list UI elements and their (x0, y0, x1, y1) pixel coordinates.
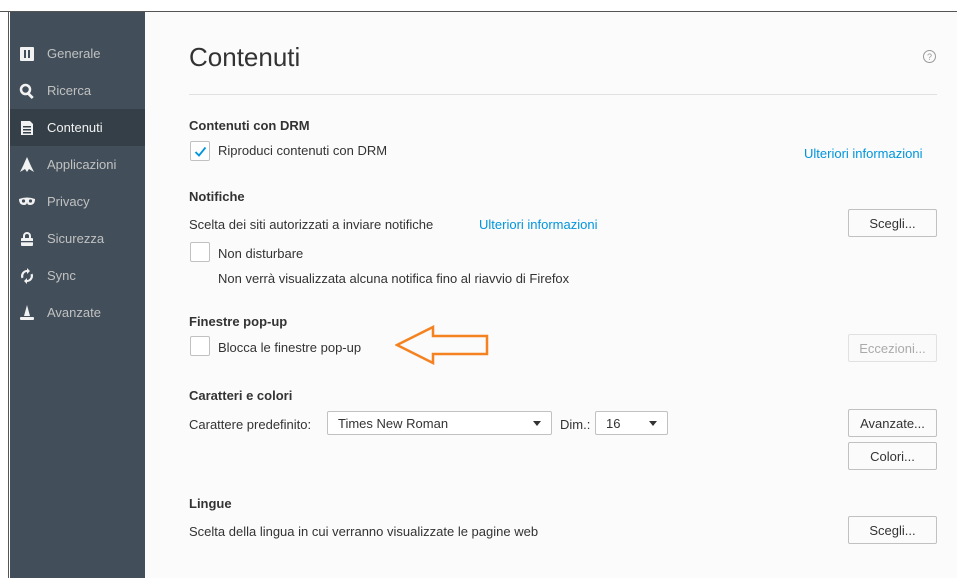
drm-checkbox-label[interactable]: Riproduci contenuti con DRM (218, 143, 387, 158)
sidebar-item-label: Ricerca (47, 83, 92, 98)
drm-checkbox[interactable] (190, 141, 210, 161)
privacy-mask-icon (18, 193, 36, 211)
fonts-heading: Caratteri e colori (189, 388, 293, 403)
sidebar-item-label: Contenuti (47, 120, 103, 135)
help-icon[interactable]: ? (923, 50, 936, 63)
content-pane: Contenuti ? Contenuti con DRM Riproduci … (145, 12, 957, 578)
sidebar-edge (8, 12, 9, 578)
default-font-select[interactable]: Times New Roman (327, 411, 552, 435)
font-size-value: 16 (606, 415, 621, 431)
popups-heading: Finestre pop-up (189, 314, 288, 329)
block-popups-checkbox[interactable] (190, 336, 210, 356)
sidebar-item-ricerca[interactable]: Ricerca (10, 72, 145, 109)
block-popups-label[interactable]: Blocca le finestre pop-up (218, 340, 361, 355)
sidebar-item-generale[interactable]: Generale (10, 35, 145, 72)
popup-exceptions-button[interactable]: Eccezioni... (848, 334, 937, 362)
sidebar-item-contenuti[interactable]: Contenuti (10, 109, 145, 146)
notifications-more-info-link[interactable]: Ulteriori informazioni (479, 217, 597, 232)
languages-choose-button[interactable]: Scegli... (848, 516, 937, 544)
languages-heading: Lingue (189, 496, 232, 511)
orange-arrow-annotation (395, 325, 489, 365)
applications-icon (18, 156, 36, 174)
sidebar-item-sicurezza[interactable]: Sicurezza (10, 220, 145, 257)
security-lock-icon (18, 230, 36, 248)
drm-heading: Contenuti con DRM (189, 118, 310, 133)
fonts-advanced-button[interactable]: Avanzate... (848, 409, 937, 437)
sidebar-item-label: Applicazioni (47, 157, 117, 172)
sidebar-item-sync[interactable]: Sync (10, 257, 145, 294)
preferences-window: Generale Ricerca Contenuti Applicazioni (0, 0, 957, 578)
chevron-down-icon (649, 420, 657, 426)
general-icon (18, 45, 36, 63)
sidebar-item-label: Generale (47, 46, 101, 61)
do-not-disturb-label[interactable]: Non disturbare (218, 246, 303, 261)
title-divider (189, 94, 937, 95)
sidebar-item-privacy[interactable]: Privacy (10, 183, 145, 220)
sidebar-item-avanzate[interactable]: Avanzate (10, 294, 145, 331)
languages-description: Scelta della lingua in cui verranno visu… (189, 524, 539, 539)
window-top-border (0, 0, 957, 12)
font-size-select[interactable]: 16 (595, 411, 668, 435)
sidebar-item-applicazioni[interactable]: Applicazioni (10, 146, 145, 183)
sidebar-item-label: Sicurezza (47, 231, 105, 246)
default-font-value: Times New Roman (338, 415, 449, 431)
notifications-description: Scelta dei siti autorizzati a inviare no… (189, 217, 434, 232)
colors-button[interactable]: Colori... (848, 442, 937, 470)
sidebar-item-label: Privacy (47, 194, 90, 209)
search-icon (18, 82, 36, 100)
do-not-disturb-checkbox[interactable] (190, 242, 210, 262)
do-not-disturb-note: Non verrà visualizzata alcuna notifica f… (218, 271, 570, 286)
page-title: Contenuti (189, 42, 301, 72)
content-icon (18, 119, 36, 137)
notifications-heading: Notifiche (189, 189, 245, 204)
drm-more-info-link[interactable]: Ulteriori informazioni (804, 146, 922, 161)
sidebar-item-label: Sync (47, 268, 76, 283)
advanced-wizard-icon (18, 304, 36, 322)
chevron-down-icon (533, 420, 541, 426)
font-size-label: Dim.: (560, 417, 591, 432)
sync-icon (18, 267, 36, 285)
sidebar: Generale Ricerca Contenuti Applicazioni (0, 12, 145, 578)
notifications-choose-button[interactable]: Scegli... (848, 209, 937, 237)
checkmark-icon (194, 146, 206, 157)
sidebar-item-label: Avanzate (47, 305, 101, 320)
default-font-label: Carattere predefinito: (189, 417, 312, 432)
